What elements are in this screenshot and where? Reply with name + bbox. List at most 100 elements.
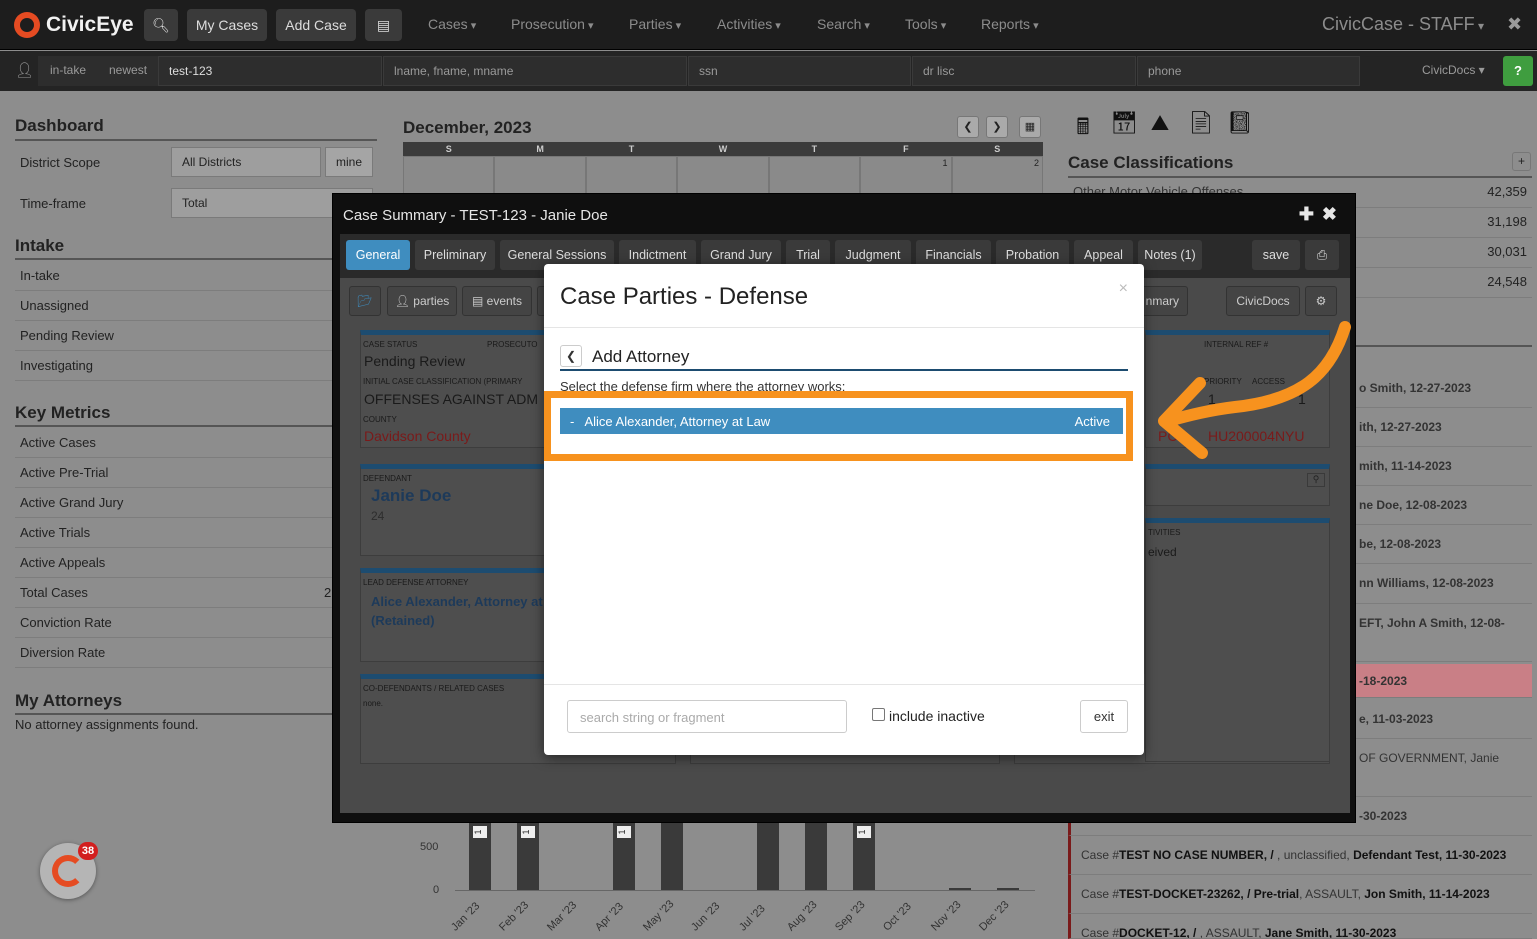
calendar-day[interactable]: [585, 156, 678, 196]
calendar-day[interactable]: 2: [951, 156, 1043, 196]
classification-value[interactable]: OFFENSES AGAINST ADM: [364, 391, 538, 407]
defendant-name[interactable]: Janie Doe: [371, 486, 451, 506]
calendar-day[interactable]: [494, 156, 586, 196]
civicdocs-menu[interactable]: CivicDocs ▾: [1422, 63, 1485, 77]
intake-item[interactable]: Pending Review: [15, 321, 377, 351]
name-input[interactable]: lname, fname, mname: [383, 56, 687, 86]
activities-label: TIVITIES: [1148, 528, 1181, 537]
search-icon[interactable]: ⚲: [1307, 473, 1325, 487]
intake-item[interactable]: Unassigned: [15, 291, 377, 321]
civicdocs-button[interactable]: CivicDocs: [1226, 286, 1300, 316]
parties-button[interactable]: 👤︎ parties: [387, 286, 457, 316]
add-classification-button[interactable]: +: [1512, 152, 1531, 171]
activity-item[interactable]: Case #TEST NO CASE NUMBER, / , unclassif…: [1068, 836, 1532, 875]
menu-tools[interactable]: Tools: [905, 16, 946, 32]
metric-item[interactable]: Conviction Rate: [15, 608, 377, 638]
user-icon[interactable]: 👤︎: [15, 61, 34, 79]
day-header: S: [994, 144, 1001, 154]
brand-logo[interactable]: CivicEye: [14, 10, 134, 40]
month-label: Sep '23: [833, 898, 868, 934]
activity-text: -18-2023: [1359, 674, 1408, 688]
attorney-search-input[interactable]: search string or fragment: [567, 700, 847, 733]
menu-prosecution[interactable]: Prosecution: [511, 16, 594, 32]
case-status-value[interactable]: Pending Review: [364, 353, 465, 369]
month-label: May '23: [641, 897, 677, 934]
back-button[interactable]: ❮: [560, 345, 582, 367]
help-button[interactable]: ?: [1503, 56, 1533, 86]
menu-activities[interactable]: Activities: [717, 16, 781, 32]
mine-button[interactable]: mine: [325, 147, 373, 177]
calculator-icon[interactable]: 🖩︎: [1071, 110, 1095, 139]
drlisc-input[interactable]: dr lisc: [912, 56, 1136, 86]
intake-item[interactable]: In-take: [15, 261, 377, 291]
document-icon[interactable]: 📄︎: [1187, 110, 1215, 136]
plus-icon[interactable]: ✚: [1299, 204, 1322, 224]
metric-item[interactable]: Active Grand Jury: [15, 488, 377, 518]
lead-attorney-panel: LEAD DEFENSE ATTORNEY Alice Alexander, A…: [360, 568, 546, 662]
staff-menu[interactable]: CivicCase - STAFF: [1322, 14, 1484, 35]
exit-button[interactable]: exit: [1080, 700, 1128, 733]
chevron-left-icon[interactable]: ❮: [957, 116, 979, 138]
lead-attorney-value[interactable]: Alice Alexander, Attorney at: [371, 594, 543, 609]
add-attorney-label: Add Attorney: [592, 347, 690, 366]
map-icon[interactable]: ⛰: [1148, 110, 1172, 136]
classification-count: 24,548: [1487, 274, 1527, 289]
metric-item[interactable]: Active Trials: [15, 518, 377, 548]
menu-cases[interactable]: Cases: [428, 16, 476, 32]
events-button[interactable]: ▤ events: [462, 286, 532, 316]
book-icon[interactable]: 📓︎: [1226, 110, 1254, 136]
activity-item[interactable]: Case #TEST-DOCKET-23262, / Pre-trial, AS…: [1068, 875, 1532, 914]
metric-item[interactable]: Total Cases: [15, 578, 377, 608]
activity-item[interactable]: Case #DOCKET-12, / , ASSAULT, Jane Smith…: [1068, 914, 1532, 939]
include-inactive-checkbox[interactable]: [872, 708, 885, 721]
civicdocs-label: CivicDocs: [1422, 63, 1476, 77]
activity-text: mith, 11-14-2023: [1359, 459, 1452, 473]
newest-link[interactable]: newest: [109, 63, 147, 77]
print-icon[interactable]: ⎙: [1305, 240, 1339, 270]
metric-item[interactable]: Diversion Rate: [15, 638, 377, 668]
folder-icon[interactable]: 📂︎: [349, 286, 381, 316]
district-scope-select[interactable]: All Districts: [171, 147, 321, 177]
tab-notes[interactable]: Notes (1): [1138, 240, 1202, 270]
metric-item[interactable]: Active Cases: [15, 428, 377, 458]
intake-item[interactable]: Investigating: [15, 351, 377, 381]
case-number-input[interactable]: test-123: [158, 56, 382, 86]
menu-search[interactable]: Search: [817, 16, 870, 32]
close-icon[interactable]: ✖: [1322, 204, 1345, 224]
phone-input[interactable]: phone: [1137, 56, 1360, 86]
calendar-day[interactable]: [403, 156, 495, 196]
divider: [15, 713, 377, 715]
metric-item[interactable]: Active Appeals: [15, 548, 377, 578]
divider: [544, 327, 1144, 328]
month-label: Apr '23: [593, 900, 626, 934]
tab-general[interactable]: General: [346, 240, 410, 270]
menu-parties[interactable]: Parties: [629, 16, 681, 32]
metric-item[interactable]: Active Pre-Trial: [15, 458, 377, 488]
activity-mid: , unclassified,: [1277, 848, 1354, 862]
activity-name: Defendant Test, 11-30-2023: [1353, 848, 1507, 862]
save-button[interactable]: save: [1252, 240, 1300, 270]
menu-reports[interactable]: Reports: [981, 16, 1039, 32]
my-cases-button[interactable]: My Cases: [187, 9, 267, 41]
case-parties-defense-modal: Case Parties - Defense × ❮ Add Attorney …: [544, 264, 1144, 755]
ssn-input[interactable]: ssn: [688, 56, 911, 86]
calendar-day[interactable]: 1: [860, 156, 952, 196]
divider: [15, 258, 377, 260]
close-icon[interactable]: ×: [1119, 280, 1128, 298]
add-case-button[interactable]: Add Case: [276, 9, 356, 41]
intake-link[interactable]: in-take: [50, 63, 86, 77]
add-attorney-header: ❮ Add Attorney: [560, 344, 1128, 371]
calendar-icon[interactable]: ▦: [1019, 116, 1041, 138]
gear-icon[interactable]: ⚙: [1305, 286, 1337, 316]
calendar-day[interactable]: [768, 156, 861, 196]
calendar-header: S M T W T F S: [403, 142, 1043, 156]
close-icon[interactable]: ✖: [1507, 14, 1522, 35]
tab-preliminary[interactable]: Preliminary: [415, 240, 495, 270]
chevron-right-icon[interactable]: ❯: [986, 116, 1008, 138]
search-icon[interactable]: 🔍︎: [144, 9, 178, 41]
calendar-day[interactable]: [677, 156, 769, 196]
activity-case: DOCKET-12, /: [1119, 926, 1200, 939]
calendar-icon[interactable]: 📅︎: [1110, 110, 1138, 136]
county-value[interactable]: Davidson County: [364, 428, 471, 444]
list-icon[interactable]: ▤: [365, 9, 402, 41]
